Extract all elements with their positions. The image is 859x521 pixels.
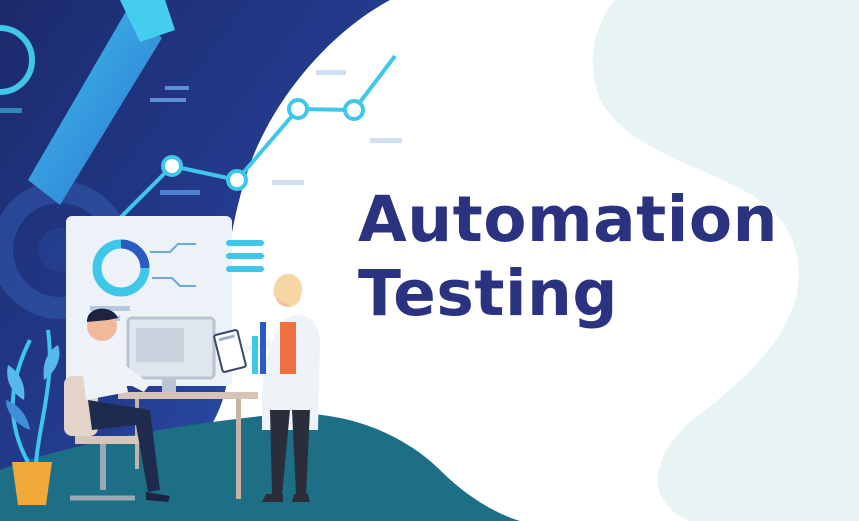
title-line-1: Automation <box>358 183 779 256</box>
decor-dash <box>0 108 22 113</box>
decor-dash <box>370 138 402 143</box>
title-line-2: Testing <box>358 257 618 330</box>
decor-dash <box>165 86 189 90</box>
page-title: Automation Testing <box>358 183 778 331</box>
chart-point <box>161 155 183 177</box>
decor-dash <box>272 180 304 185</box>
decor-dash <box>150 98 186 102</box>
banner: Automation Testing <box>0 0 859 521</box>
decor-dash <box>160 190 200 195</box>
chart-point <box>343 99 365 121</box>
chart-point <box>226 169 248 191</box>
decor-dash <box>316 70 346 75</box>
chart-point <box>287 98 309 120</box>
menu-lines-icon <box>226 240 264 246</box>
